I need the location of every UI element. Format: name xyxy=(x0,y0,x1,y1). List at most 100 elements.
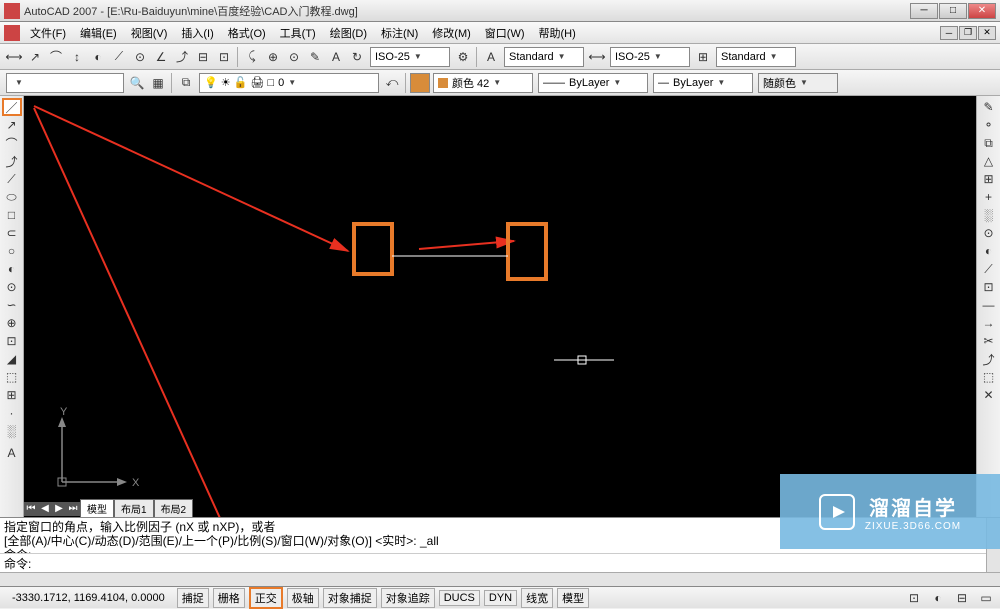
color-combo[interactable]: 颜色 42▼ xyxy=(433,73,533,93)
extend-tool[interactable]: ⊡ xyxy=(979,278,999,296)
dim-radius-icon[interactable]: ◐ xyxy=(88,47,108,67)
scale-tool[interactable]: ⊙ xyxy=(979,224,999,242)
osnap-toggle[interactable]: 对象捕捉 xyxy=(323,588,377,608)
circle-tool[interactable]: □ xyxy=(2,206,22,224)
dim-center-icon[interactable]: ⊙ xyxy=(284,47,304,67)
mirror-tool[interactable]: ⧉ xyxy=(979,134,999,152)
break-tool[interactable]: — xyxy=(979,296,999,314)
menu-edit[interactable]: 编辑(E) xyxy=(74,23,123,43)
layer-combo[interactable]: 💡 ☀ 🔓 🖨 □ 0▼ xyxy=(199,73,379,93)
menu-file[interactable]: 文件(F) xyxy=(24,23,72,43)
gradient-tool[interactable]: ⬚ xyxy=(2,368,22,386)
table-style-combo[interactable]: Standard▼ xyxy=(716,47,796,67)
status-icon-4[interactable]: ▭ xyxy=(976,588,996,608)
array-tool[interactable]: ⊞ xyxy=(979,170,999,188)
hatch-icon[interactable]: ▦ xyxy=(148,73,168,93)
otrack-toggle[interactable]: 对象追踪 xyxy=(381,588,435,608)
menu-window[interactable]: 窗口(W) xyxy=(479,23,531,43)
polygon-tool[interactable]: ⤴ xyxy=(2,152,22,170)
dim-textedit-icon[interactable]: A xyxy=(326,47,346,67)
xline-tool[interactable]: ↗ xyxy=(2,116,22,134)
offset-tool[interactable]: △ xyxy=(979,152,999,170)
linetype-combo[interactable]: ——ByLayer▼ xyxy=(538,73,648,93)
table-tool[interactable]: · xyxy=(2,404,22,422)
ortho-toggle[interactable]: 正交 xyxy=(249,587,283,609)
text-style-combo[interactable]: Standard▼ xyxy=(504,47,584,67)
ellipse-tool[interactable]: ◐ xyxy=(2,260,22,278)
trim-tool[interactable]: ⟋ xyxy=(979,260,999,278)
dim-style-icon[interactable]: ⚙ xyxy=(453,47,473,67)
dim-style-icon-2[interactable]: ⟷ xyxy=(587,47,607,67)
menu-draw[interactable]: 绘图(D) xyxy=(324,23,373,43)
erase-tool[interactable]: ✎ xyxy=(979,98,999,116)
menu-format[interactable]: 格式(O) xyxy=(222,23,272,43)
menu-dim[interactable]: 标注(N) xyxy=(375,23,424,43)
spline-tool[interactable]: ○ xyxy=(2,242,22,260)
block-tool[interactable]: ⊕ xyxy=(2,314,22,332)
ducs-toggle[interactable]: DUCS xyxy=(439,590,480,606)
dim-angular-icon[interactable]: ∠ xyxy=(151,47,171,67)
horizontal-scrollbar[interactable] xyxy=(0,572,1000,586)
stretch-tool[interactable]: ◐ xyxy=(979,242,999,260)
dim-diameter-icon[interactable]: ⊙ xyxy=(130,47,150,67)
doc-restore-button[interactable]: ❐ xyxy=(959,26,977,40)
status-icon-1[interactable]: ⊡ xyxy=(904,588,924,608)
dim-arc-icon[interactable]: ⌒ xyxy=(46,47,66,67)
table-style-icon[interactable]: ⊞ xyxy=(693,47,713,67)
copy-tool[interactable]: ⚬ xyxy=(979,116,999,134)
doc-close-button[interactable]: ✕ xyxy=(978,26,996,40)
dim-style-combo-1[interactable]: ISO-25▼ xyxy=(370,47,450,67)
dim-ordinate-icon[interactable]: ↕ xyxy=(67,47,87,67)
menu-view[interactable]: 视图(V) xyxy=(125,23,174,43)
dim-leader-icon[interactable]: ⤹ xyxy=(242,47,262,67)
dim-quick-icon[interactable]: ⤴ xyxy=(172,47,192,67)
grid-toggle[interactable]: 栅格 xyxy=(213,588,245,608)
tab-nav-prev[interactable]: ◀ xyxy=(38,502,52,516)
layer-prop-icon[interactable]: ⧉ xyxy=(176,73,196,93)
drawing-area[interactable]: Y X ⏮ ◀ ▶ ⏭ 模型 布局1 布局2 xyxy=(24,96,976,517)
rectangle-tool[interactable]: ⟋ xyxy=(2,170,22,188)
snap-toggle[interactable]: 捕捉 xyxy=(177,588,209,608)
point-tool[interactable]: ⊡ xyxy=(2,332,22,350)
status-icon-2[interactable]: ◐ xyxy=(928,588,948,608)
model-toggle[interactable]: 模型 xyxy=(557,588,589,608)
pline-tool[interactable]: ⌒ xyxy=(2,134,22,152)
dim-tolerance-icon[interactable]: ⊕ xyxy=(263,47,283,67)
fillet-tool[interactable]: ⤴ xyxy=(979,350,999,368)
maximize-button[interactable]: □ xyxy=(939,3,967,19)
arc-tool[interactable]: ⬭ xyxy=(2,188,22,206)
tab-nav-next[interactable]: ▶ xyxy=(52,502,66,516)
chamfer-tool[interactable]: ✂ xyxy=(979,332,999,350)
command-input[interactable]: 命令: xyxy=(0,554,1000,572)
tab-model[interactable]: 模型 xyxy=(80,499,114,517)
dim-edit-icon[interactable]: ✎ xyxy=(305,47,325,67)
search-icon[interactable]: 🔍 xyxy=(127,73,147,93)
explode-tool[interactable]: ⬚ xyxy=(979,368,999,386)
status-icon-3[interactable]: ⊟ xyxy=(952,588,972,608)
dim-aligned-icon[interactable]: ↗ xyxy=(25,47,45,67)
dim-jogged-icon[interactable]: ⟋ xyxy=(109,47,129,67)
tab-nav-first[interactable]: ⏮ xyxy=(24,502,38,516)
tab-nav-last[interactable]: ⏭ xyxy=(66,502,80,516)
layer-prev-icon[interactable]: ⤺ xyxy=(382,73,402,93)
lineweight-combo[interactable]: —ByLayer▼ xyxy=(653,73,753,93)
menu-insert[interactable]: 插入(I) xyxy=(175,23,219,43)
tab-layout1[interactable]: 布局1 xyxy=(114,499,154,517)
close-button[interactable]: ✕ xyxy=(968,3,996,19)
menu-help[interactable]: 帮助(H) xyxy=(533,23,582,43)
line-tool[interactable]: ／ xyxy=(2,98,22,116)
dyn-toggle[interactable]: DYN xyxy=(484,590,517,606)
menu-tools[interactable]: 工具(T) xyxy=(274,23,322,43)
revcloud-tool[interactable]: ⊂ xyxy=(2,224,22,242)
lwt-toggle[interactable]: 线宽 xyxy=(521,588,553,608)
hatch-tool[interactable]: ◢ xyxy=(2,350,22,368)
search-combo[interactable]: ▼ xyxy=(6,73,124,93)
insert-tool[interactable]: ∽ xyxy=(2,296,22,314)
color-icon[interactable] xyxy=(410,73,430,93)
tab-layout2[interactable]: 布局2 xyxy=(154,499,194,517)
explode2-tool[interactable]: ✕ xyxy=(979,386,999,404)
plotstyle-combo[interactable]: 随颜色▼ xyxy=(758,73,838,93)
text-style-icon[interactable]: A xyxy=(481,47,501,67)
dim-style-combo-2[interactable]: ISO-25▼ xyxy=(610,47,690,67)
dim-update-icon[interactable]: ↻ xyxy=(347,47,367,67)
